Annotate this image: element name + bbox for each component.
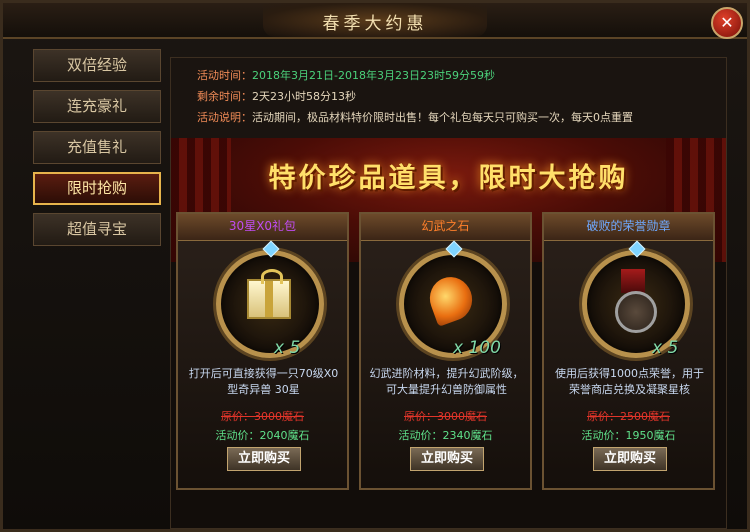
original-price: 原价：3000魔石: [404, 410, 487, 423]
event-desc-value: 活动期间，极品材料特价限时出售！每个礼包每天只可购买一次，每天0点重置: [252, 111, 633, 124]
remaining-time-value: 2天23小时58分13秒: [252, 90, 356, 103]
event-desc-label: 活动说明：: [197, 111, 252, 124]
sidebar: 双倍经验 连充豪礼 充值售礼 限时抢购 超值寻宝: [33, 49, 163, 254]
item-description: 幻武进阶材料，提升幻武阶级，可大量提升幻兽防御属性: [369, 367, 524, 396]
item-name: 幻武之石: [361, 214, 530, 241]
sidebar-item-treasure-hunt[interactable]: 超值寻宝: [33, 213, 161, 246]
event-desc-row: 活动说明：活动期间，极品材料特价限时出售！每个礼包每天只可购买一次，每天0点重置: [197, 108, 726, 129]
item-card: 30星X0礼包 x 5 打开后可直接获得一只70级X0型奇异兽 30星 原价：3…: [176, 212, 349, 490]
sale-price: 活动价：2040魔石: [215, 429, 310, 442]
sidebar-item-double-exp[interactable]: 双倍经验: [33, 49, 161, 82]
buy-now-button[interactable]: 立即购买: [227, 447, 301, 471]
item-quantity: x 5: [274, 338, 301, 358]
sidebar-item-flash-sale[interactable]: 限时抢购: [33, 172, 161, 205]
sale-price: 活动价：1950魔石: [581, 429, 676, 442]
event-time-row: 活动时间：2018年3月21日-2018年3月23日23时59分59秒: [197, 66, 726, 87]
item-name: 破败的荣誉勋章: [544, 214, 713, 241]
main-panel: 活动时间：2018年3月21日-2018年3月23日23时59分59秒 剩余时间…: [170, 57, 727, 529]
sidebar-item-recharge-sale[interactable]: 充值售礼: [33, 131, 161, 164]
buy-now-button[interactable]: 立即购买: [410, 447, 484, 471]
remaining-time-label: 剩余时间：: [197, 90, 252, 103]
medal-icon: [615, 291, 657, 333]
gem-icon: [628, 240, 646, 258]
item-card: 破败的荣誉勋章 x 5 使用后获得1000点荣誉，用于荣誉商店兑换及凝聚星核 原…: [542, 212, 715, 490]
gem-icon: [445, 240, 463, 258]
item-quantity: x 100: [453, 338, 501, 358]
event-time-label: 活动时间：: [197, 69, 252, 82]
event-info: 活动时间：2018年3月21日-2018年3月23日23时59分59秒 剩余时间…: [171, 58, 726, 138]
original-price: 原价：3000魔石: [221, 410, 304, 423]
close-icon[interactable]: ✕: [711, 7, 743, 39]
item-emblem: [216, 240, 324, 358]
title-bar: 春季大约惠: [3, 3, 747, 39]
promo-window: 春季大约惠 ✕ 双倍经验 连充豪礼 充值售礼 限时抢购 超值寻宝 活动时间：20…: [0, 0, 750, 532]
item-card: 幻武之石 x 100 幻武进阶材料，提升幻武阶级，可大量提升幻兽防御属性 原价：…: [359, 212, 532, 490]
sidebar-item-recharge-gift[interactable]: 连充豪礼: [33, 90, 161, 123]
buy-now-button[interactable]: 立即购买: [593, 447, 667, 471]
item-quantity: x 5: [652, 338, 679, 358]
sale-price: 活动价：2340魔石: [398, 429, 493, 442]
item-description: 使用后获得1000点荣誉，用于荣誉商店兑换及凝聚星核: [555, 367, 704, 396]
gem-icon: [262, 240, 280, 258]
item-name: 30星X0礼包: [178, 214, 347, 241]
original-price: 原价：2500魔石: [587, 410, 670, 423]
window-title: 春季大约惠: [322, 14, 428, 34]
stone-icon: [423, 271, 479, 327]
medal-ribbon-icon: [621, 269, 645, 293]
event-time-value: 2018年3月21日-2018年3月23日23时59分59秒: [252, 69, 495, 82]
item-description: 打开后可直接获得一只70级X0型奇异兽 30星: [188, 367, 339, 396]
remaining-time-row: 剩余时间：2天23小时58分13秒: [197, 87, 726, 108]
banner-title: 特价珍品道具，限时大抢购: [268, 163, 629, 194]
gift-icon: [247, 269, 291, 319]
